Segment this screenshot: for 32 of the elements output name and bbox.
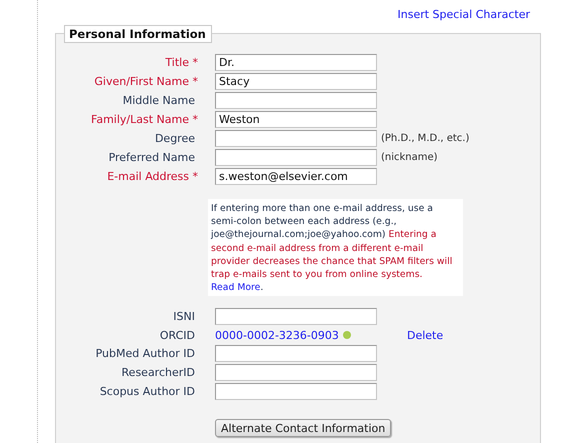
field-label: Preferred Name: [108, 151, 195, 164]
field-label: E-mail Address *: [106, 170, 198, 183]
field-hint: (nickname): [381, 152, 439, 163]
field-label: Title *: [164, 56, 198, 69]
field-label: Degree: [154, 132, 195, 145]
orcid-link[interactable]: 0000-0002-3236-0903: [215, 328, 339, 342]
text-field[interactable]: Stacy: [215, 73, 377, 90]
field-label: ORCID: [158, 328, 195, 342]
text-field[interactable]: [215, 130, 377, 147]
text-field[interactable]: [215, 345, 377, 362]
text-field[interactable]: Dr.: [215, 54, 377, 71]
text-field[interactable]: [215, 92, 377, 109]
field-label: Middle Name: [122, 94, 195, 107]
text-field[interactable]: [215, 383, 377, 400]
email-help-text: If entering more than one e-mail address, use a semi-colon between each address (e.g., joe@thejournal.com;joe@yahoo.com) Entering a second e-mail address from a different e-mail provider decreases the chance that SPAM filters will trap e-mails sent to you from online systems. Read More.: [208, 199, 463, 296]
alternate-contact-button[interactable]: Alternate Contact Information: [215, 419, 392, 438]
read-more-link[interactable]: Read More: [211, 282, 260, 294]
text-field[interactable]: [215, 149, 377, 166]
text-field[interactable]: [215, 364, 377, 382]
text-field[interactable]: Weston: [215, 111, 377, 128]
text-field[interactable]: s.weston@elsevier.com: [215, 168, 377, 185]
field-hint: (Ph.D., M.D., etc.): [381, 133, 470, 144]
field-label: Given/First Name *: [93, 75, 198, 88]
field-label: ISNI: [172, 310, 195, 324]
insert-special-character-link[interactable]: Insert Special Character: [398, 8, 530, 25]
field-label: Family/Last Name *: [90, 113, 198, 126]
field-label: PubMed Author ID: [94, 347, 195, 360]
section-title: Personal Information: [64, 25, 212, 43]
delete-link[interactable]: Delete: [407, 328, 540, 342]
field-label: Scopus Author ID: [98, 385, 195, 398]
field-label: ResearcherID: [120, 366, 195, 380]
text-field[interactable]: [215, 308, 377, 326]
